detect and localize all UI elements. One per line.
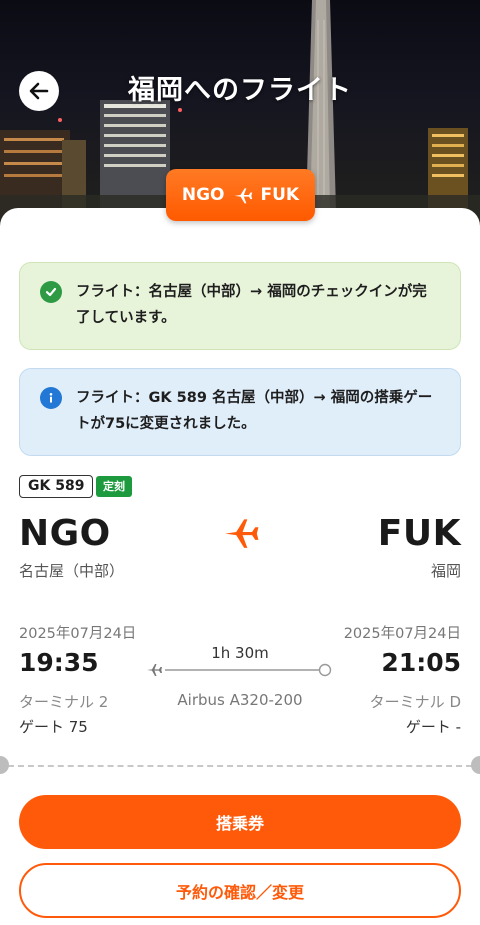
arrival-code: FUK (377, 513, 461, 554)
airplane-icon (225, 519, 259, 548)
manage-booking-button[interactable]: 予約の確認／変更 (19, 863, 461, 918)
departure-city: 名古屋（中部） (19, 562, 125, 580)
arrival-time: 21:05 (381, 648, 461, 677)
departure-date: 2025年07月24日 (19, 626, 137, 642)
boarding-pass-button[interactable]: 搭乗券 (19, 795, 461, 849)
gate-change-notice: フライト：GK 589 名古屋（中部）→ 福岡の搭乗ゲートが75に変更されました… (19, 368, 461, 456)
route-pill: NGO FUK (166, 169, 315, 221)
destination-marker (318, 663, 332, 677)
route-destination: FUK (260, 185, 300, 205)
ticket-divider (8, 765, 472, 767)
departure-code: NGO (19, 513, 111, 554)
arrival-date: 2025年07月24日 (343, 626, 461, 642)
page-title: 福岡へのフライト (128, 75, 352, 106)
flight-timeline (147, 663, 332, 677)
departure-gate: ゲート 75 (19, 718, 88, 736)
airplane-icon (234, 188, 252, 204)
arrival-gate: ゲート - (405, 718, 461, 736)
checkin-complete-notice: フライト：名古屋（中部）→ 福岡のチェックインが完了しています。 (19, 262, 461, 350)
check-circle-icon (40, 281, 62, 303)
airplane-icon (147, 664, 162, 676)
route-origin: NGO (181, 185, 225, 205)
notice-text: フライト：GK 589 名古屋（中部）→ 福岡の搭乗ゲートが75に変更されました… (76, 390, 433, 432)
status-badge: 定刻 (96, 476, 132, 497)
info-icon (40, 387, 62, 409)
flight-number: GK 589 (19, 475, 94, 498)
arrival-terminal: ターミナル D (369, 693, 461, 711)
arrival-city: 福岡 (430, 562, 461, 580)
notice-text: フライト：名古屋（中部）→ 福岡のチェックインが完了しています。 (76, 284, 427, 326)
departure-terminal: ターミナル 2 (19, 693, 109, 711)
